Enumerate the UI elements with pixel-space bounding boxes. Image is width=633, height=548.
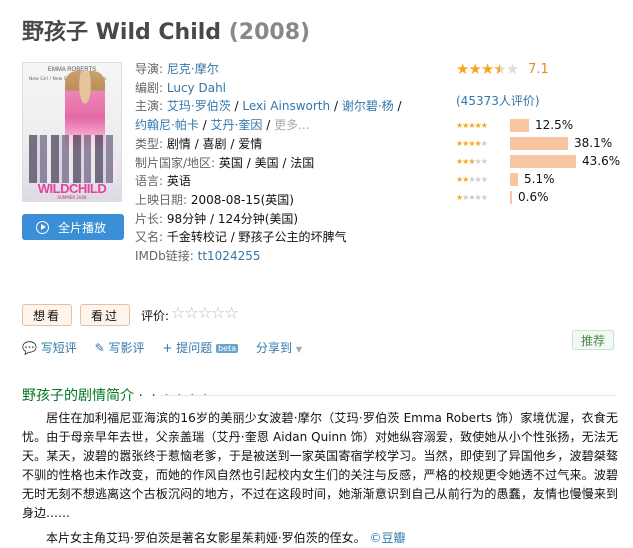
rating-percent: 43.6% (582, 154, 621, 168)
rating-distribution-row: ★★★★★ 38.1% (456, 134, 626, 152)
plus-icon: + (162, 341, 173, 355)
rate-stars-input[interactable]: ☆☆☆☆☆ (171, 303, 239, 322)
star-outline-icon[interactable]: ☆ (224, 303, 238, 322)
write-short-review-link[interactable]: 💬 写短评 (22, 341, 81, 355)
pencil-icon: ✎ (94, 341, 105, 355)
info-aka: 又名: 千金转校记 / 野孩子公主的坏脾气 (135, 230, 347, 245)
info-cast: 主演: 艾玛·罗伯茨 / Lexi Ainsworth / 谢尔碧·杨 / (135, 99, 402, 114)
rating-bar (510, 190, 512, 204)
info-writer: 编剧: Lucy Dahl (135, 80, 227, 95)
section-divider (160, 395, 615, 396)
info-cast-continued: 约翰尼·帕卡 / 艾丹·奎因 / 更多... (135, 118, 310, 133)
ask-question-link[interactable]: + 提问题 beta (162, 341, 242, 355)
share-link[interactable]: 分享到 ▼ (256, 341, 302, 355)
page-title: 野孩子 Wild Child (2008) (22, 14, 310, 46)
cast-link[interactable]: 约翰尼·帕卡 (135, 118, 199, 132)
rating-bar (510, 154, 576, 168)
play-full-button[interactable]: 全片播放 (22, 214, 124, 240)
info-release: 上映日期: 2008-08-15(英国) (135, 192, 294, 207)
star-rating-icon: ★★★★★ (456, 174, 488, 184)
poster-group-figures (29, 135, 117, 183)
rating-panel: ★★★★★★ 7.1 (45373人评价) ★★★★★ 12.5% ★★★★★ 38.… (456, 60, 626, 206)
rating-bar (510, 118, 529, 132)
star-rating-icon: ★★★★★ (456, 138, 488, 148)
rating-bar (510, 172, 518, 186)
play-full-label: 全片播放 (58, 220, 107, 235)
action-links: 💬 写短评 ✎ 写影评 + 提问题 beta 分享到 ▼ (22, 339, 316, 356)
movie-year: (2008) (228, 20, 311, 45)
cast-link[interactable]: 艾丹·奎因 (211, 118, 263, 132)
director-link[interactable]: 尼克·摩尔 (167, 62, 219, 76)
cast-link[interactable]: 谢尔碧·杨 (342, 99, 394, 113)
beta-badge: beta (216, 344, 239, 353)
imdb-link[interactable]: tt1024255 (198, 249, 261, 263)
poster-title-text: WILDCHILD (37, 181, 107, 196)
chevron-down-icon: ▼ (295, 345, 302, 354)
rate-label: 评价: (141, 309, 170, 323)
rating-percent: 38.1% (574, 136, 613, 150)
rating-percent: 5.1% (524, 172, 555, 186)
star-rating-icon: ★★★★★ (456, 192, 488, 202)
rating-bar (510, 136, 568, 150)
rating-count[interactable]: (45373人评价) (456, 92, 626, 109)
cast-more-link[interactable]: 更多... (274, 118, 309, 132)
douban-credit-link[interactable]: ©豆瓣 (369, 531, 405, 545)
rating-distribution-row: ★★★★★ 43.6% (456, 152, 626, 170)
summary-note: 本片女主角艾玛·罗伯茨是著名女影星茱莉娅·罗伯茨的侄女。 ©豆瓣 (46, 531, 406, 545)
info-genre: 类型: 剧情 / 喜剧 / 爱情 (135, 136, 263, 151)
plot-summary: 居住在加利福尼亚海滨的16岁的美丽少女波碧·摩尔（艾玛·罗伯茨 Emma Rob… (22, 409, 618, 548)
star-outline-icon[interactable]: ☆ (171, 303, 185, 322)
want-to-watch-button[interactable]: 想看 (22, 304, 72, 326)
comment-icon: 💬 (22, 341, 37, 355)
writer-link[interactable]: Lucy Dahl (167, 81, 226, 95)
info-country: 制片国家/地区: 英国 / 美国 / 法国 (135, 155, 315, 170)
cast-link[interactable]: 艾玛·罗伯茨 (167, 99, 231, 113)
rating-distribution: ★★★★★ 12.5% ★★★★★ 38.1% ★★★★★ 43.6% ★★★★★ 5.1% ★… (456, 116, 626, 206)
star-outline-icon[interactable]: ☆ (198, 303, 212, 322)
rating-stars-icon: ★★★★★★ (456, 60, 519, 78)
star-rating-icon: ★★★★★ (456, 156, 488, 166)
watched-button[interactable]: 看过 (80, 304, 130, 326)
info-language: 语言: 英语 (135, 174, 191, 189)
poster-date-text: SUMMER 2008 (57, 195, 87, 200)
star-outline-icon[interactable]: ☆ (211, 303, 225, 322)
rating-percent: 0.6% (518, 190, 549, 204)
rating-distribution-row: ★★★★★ 5.1% (456, 170, 626, 188)
recommend-button[interactable]: 推荐 (572, 330, 614, 350)
play-icon (36, 220, 49, 234)
info-director: 导演: 尼克·摩尔 (135, 62, 219, 76)
info-imdb: IMDb链接: tt1024255 (135, 249, 261, 264)
movie-poster[interactable]: EMMA ROBERTS New Girl / New School / New… (22, 62, 122, 202)
rating-percent: 12.5% (535, 118, 574, 132)
rating-score: 7.1 (528, 61, 549, 77)
info-runtime: 片长: 98分钟 / 124分钟(美国) (135, 211, 299, 226)
cast-link[interactable]: Lexi Ainsworth (242, 99, 330, 113)
write-review-link[interactable]: ✎ 写影评 (95, 341, 149, 355)
movie-title: 野孩子 Wild Child (22, 20, 222, 45)
star-rating-icon: ★★★★★ (456, 120, 488, 130)
movie-info: 导演: 尼克·摩尔 编剧: Lucy Dahl 主演: 艾玛·罗伯茨 / Lex… (135, 60, 440, 266)
star-outline-icon[interactable]: ☆ (184, 303, 198, 322)
rating-distribution-row: ★★★★★ 0.6% (456, 188, 626, 206)
summary-paragraph: 居住在加利福尼亚海滨的16岁的美丽少女波碧·摩尔（艾玛·罗伯茨 Emma Rob… (22, 411, 618, 520)
rating-distribution-row: ★★★★★ 12.5% (456, 116, 626, 134)
